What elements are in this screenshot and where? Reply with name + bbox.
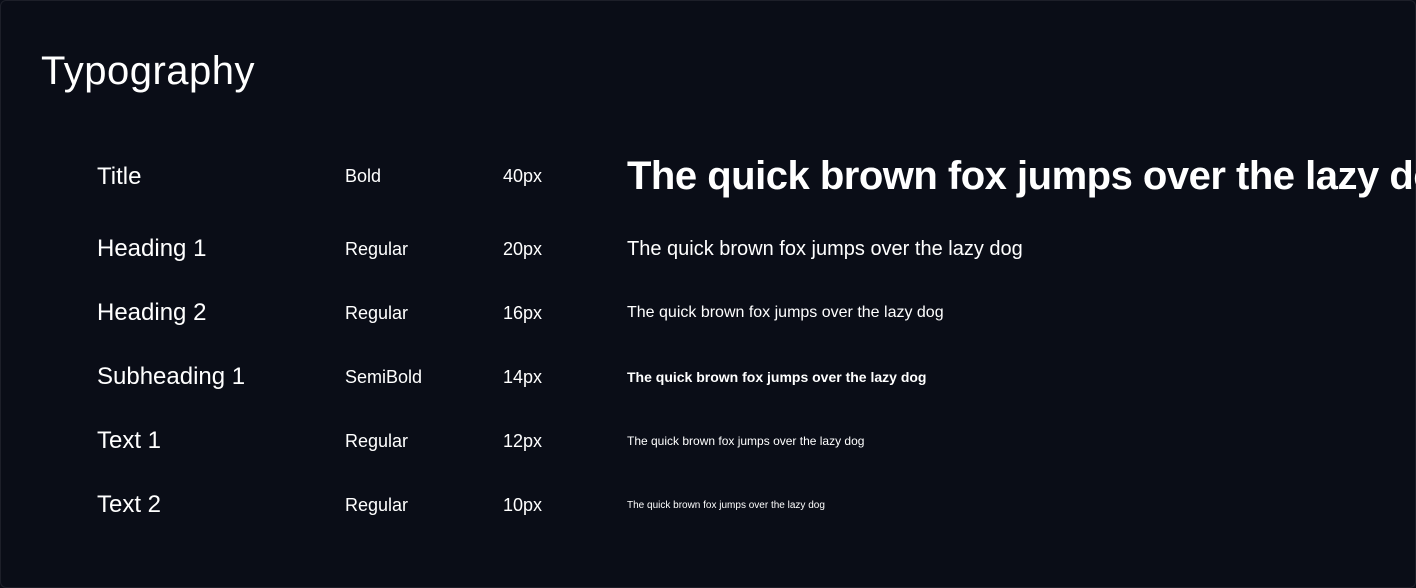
- type-size: 10px: [503, 495, 627, 516]
- type-size: 16px: [503, 303, 627, 324]
- type-name: Heading 1: [97, 235, 345, 263]
- page-title: Typography: [41, 49, 1375, 94]
- typography-row: TitleBold40pxThe quick brown fox jumps o…: [97, 154, 1375, 199]
- type-weight: Regular: [345, 239, 503, 260]
- type-weight: Regular: [345, 495, 503, 516]
- type-sample: The quick brown fox jumps over the lazy …: [627, 154, 1416, 199]
- type-name: Heading 2: [97, 299, 345, 327]
- typography-row: Text 1Regular12pxThe quick brown fox jum…: [97, 427, 1375, 455]
- type-size: 12px: [503, 431, 627, 452]
- type-sample: The quick brown fox jumps over the lazy …: [627, 369, 1375, 385]
- typography-row: Text 2Regular10pxThe quick brown fox jum…: [97, 491, 1375, 519]
- typography-panel: Typography TitleBold40pxThe quick brown …: [0, 0, 1416, 588]
- type-sample: The quick brown fox jumps over the lazy …: [627, 238, 1375, 261]
- type-name: Subheading 1: [97, 363, 345, 391]
- type-name: Title: [97, 163, 345, 191]
- type-sample: The quick brown fox jumps over the lazy …: [627, 304, 1375, 322]
- type-size: 14px: [503, 367, 627, 388]
- type-weight: Bold: [345, 166, 503, 187]
- type-weight: Regular: [345, 431, 503, 452]
- type-size: 40px: [503, 166, 627, 187]
- typography-row: Heading 2Regular16pxThe quick brown fox …: [97, 299, 1375, 327]
- type-weight: Regular: [345, 303, 503, 324]
- typography-row: Heading 1Regular20pxThe quick brown fox …: [97, 235, 1375, 263]
- type-size: 20px: [503, 239, 627, 260]
- type-weight: SemiBold: [345, 367, 503, 388]
- typography-table: TitleBold40px The quick brown fox jumps o…: [41, 154, 1375, 519]
- type-name: Text 2: [97, 491, 345, 519]
- type-sample: The quick brown fox jumps over the lazy …: [627, 434, 1375, 448]
- type-name: Text 1: [97, 427, 345, 455]
- type-sample: The quick brown fox jumps over the lazy …: [627, 500, 1375, 511]
- typography-row: Subheading 1SemiBold14pxThe quick brown …: [97, 363, 1375, 391]
